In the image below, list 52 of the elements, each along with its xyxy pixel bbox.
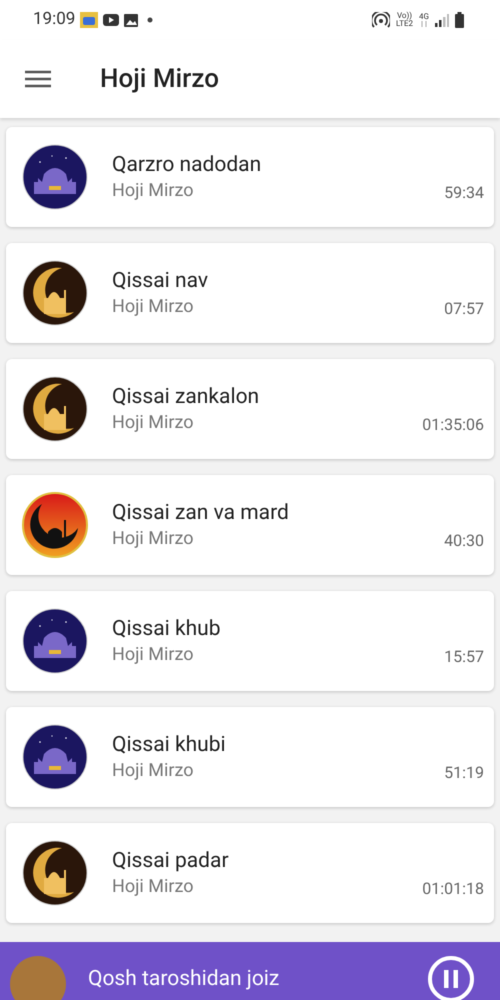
pause-button[interactable] bbox=[428, 956, 474, 1000]
track-duration: 01:35:06 bbox=[422, 414, 484, 436]
track-card[interactable]: Qissai khubi Hoji Mirzo 51:19 bbox=[6, 707, 494, 807]
menu-icon bbox=[24, 69, 52, 89]
mosque-night-drawing bbox=[22, 144, 88, 210]
track-artist: Hoji Mirzo bbox=[112, 179, 195, 203]
track-artist: Hoji Mirzo bbox=[112, 643, 195, 667]
track-title: Qissai khubi bbox=[112, 732, 227, 759]
video-play-icon bbox=[103, 14, 120, 26]
app-title: Hoji Mirzo bbox=[100, 62, 219, 96]
data-arrows-icon bbox=[420, 21, 428, 27]
image-icon bbox=[124, 14, 138, 26]
signal-icon bbox=[435, 14, 449, 26]
hotspot-icon bbox=[372, 12, 390, 28]
battery-icon bbox=[455, 12, 464, 28]
track-artist: Hoji Mirzo bbox=[112, 759, 195, 783]
tv-app-icon bbox=[80, 12, 98, 28]
track-title: Qarzro nadodan bbox=[112, 152, 262, 179]
track-title: Qissai zan va mard bbox=[112, 500, 290, 527]
track-duration: 15:57 bbox=[444, 646, 484, 668]
crescent-mosque-drawing bbox=[22, 376, 88, 442]
track-title: Qissai zankalon bbox=[112, 384, 260, 411]
track-artist: Hoji Mirzo bbox=[112, 295, 195, 319]
crescent-mosque-drawing bbox=[22, 260, 88, 326]
track-artist: Hoji Mirzo bbox=[112, 527, 195, 551]
track-artist: Hoji Mirzo bbox=[112, 875, 195, 899]
network-type-label: 4G bbox=[419, 13, 429, 21]
track-duration: 59:34 bbox=[444, 182, 484, 204]
track-card[interactable]: Qissai khub Hoji Mirzo 15:57 bbox=[6, 591, 494, 691]
now-playing-bar[interactable]: Qosh taroshidan joiz bbox=[0, 942, 500, 1000]
track-title: Qissai khub bbox=[112, 616, 222, 643]
track-card[interactable]: Qissai nav Hoji Mirzo 07:57 bbox=[6, 243, 494, 343]
volte-label: Vo)) LTE2 bbox=[396, 12, 414, 28]
mosque-night-drawing bbox=[22, 724, 88, 790]
track-card[interactable]: Qissai zan va mard Hoji Mirzo 40:30 bbox=[6, 475, 494, 575]
pause-icon bbox=[444, 970, 458, 988]
track-artist: Hoji Mirzo bbox=[112, 411, 195, 435]
track-title: Qissai nav bbox=[112, 268, 210, 295]
track-duration: 40:30 bbox=[444, 530, 484, 552]
track-title: Qissai padar bbox=[112, 848, 230, 875]
track-card[interactable]: Qarzro nadodan Hoji Mirzo 59:34 bbox=[6, 127, 494, 227]
status-time: 19:09 bbox=[33, 8, 76, 32]
track-card[interactable]: Qissai padar Hoji Mirzo 01:01:18 bbox=[6, 823, 494, 923]
mosque-night-drawing bbox=[22, 608, 88, 674]
track-duration: 01:01:18 bbox=[422, 878, 484, 900]
crescent-mosque-drawing bbox=[22, 492, 88, 558]
track-duration: 07:57 bbox=[444, 298, 484, 320]
crescent-mosque-drawing bbox=[22, 840, 88, 906]
now-playing-title: Qosh taroshidan joiz bbox=[88, 966, 280, 993]
cover-photo-placeholder bbox=[10, 956, 66, 1000]
track-duration: 51:19 bbox=[444, 762, 484, 784]
track-card[interactable]: Qissai zankalon Hoji Mirzo 01:35:06 bbox=[6, 359, 494, 459]
